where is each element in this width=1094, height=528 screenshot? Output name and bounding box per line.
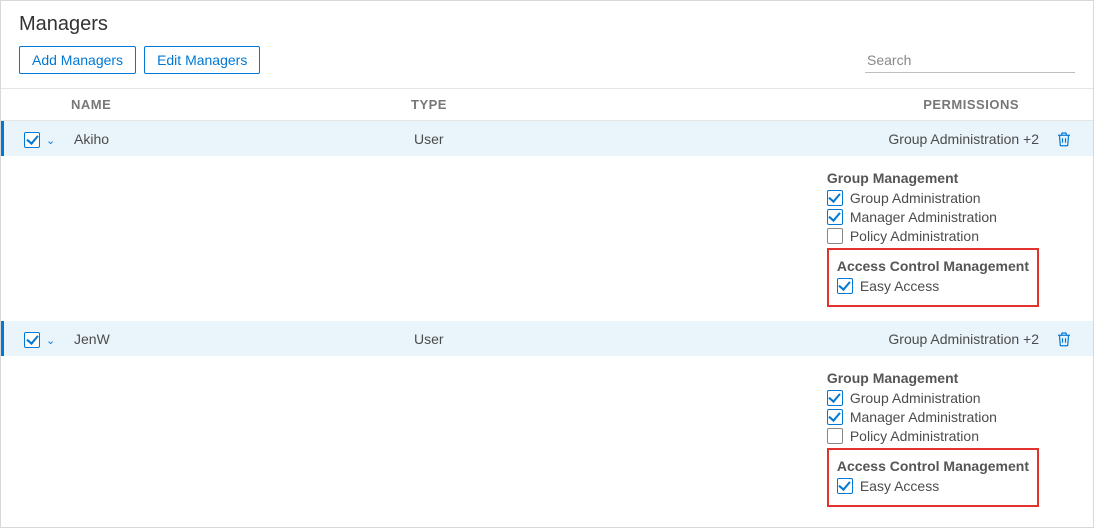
row-permissions-summary: Group Administration +2 xyxy=(664,323,1049,355)
permission-checkbox[interactable] xyxy=(827,209,843,225)
column-header-name[interactable]: NAME xyxy=(61,89,401,120)
column-header-actions xyxy=(1049,89,1093,120)
row-select-checkbox[interactable] xyxy=(24,132,40,148)
permission-item: Manager Administration xyxy=(827,209,1039,225)
row-type: User xyxy=(404,323,664,355)
table-row: ⌄JenWUserGroup Administration +2Group Ma… xyxy=(1,321,1093,521)
edit-managers-button[interactable]: Edit Managers xyxy=(144,46,260,74)
permission-section-title: Access Control Management xyxy=(837,458,1029,474)
permission-checkbox[interactable] xyxy=(837,478,853,494)
row-name: Akiho xyxy=(64,123,404,155)
permission-item: Easy Access xyxy=(837,478,1029,494)
permission-item: Manager Administration xyxy=(827,409,1039,425)
permission-label: Policy Administration xyxy=(850,428,979,444)
column-header-type[interactable]: TYPE xyxy=(401,89,661,120)
permission-item: Group Administration xyxy=(827,190,1039,206)
permission-checkbox[interactable] xyxy=(827,409,843,425)
permission-checkbox[interactable] xyxy=(827,428,843,444)
row-name: JenW xyxy=(64,323,404,355)
check-expand-group: ⌄ xyxy=(24,132,55,148)
row-select-expand: ⌄ xyxy=(4,121,64,156)
permission-label: Easy Access xyxy=(860,478,939,494)
permission-item: Policy Administration xyxy=(827,428,1039,444)
column-header-select xyxy=(1,89,61,120)
row-detail: Group Management Group Administration Mana… xyxy=(1,156,1093,321)
search-input[interactable] xyxy=(865,48,1075,73)
add-managers-button[interactable]: Add Managers xyxy=(19,46,136,74)
permissions-detail: Group Management Group Administration Mana… xyxy=(817,356,1093,521)
highlight-box: Access Control Management Easy Access xyxy=(827,448,1039,507)
row-select-expand: ⌄ xyxy=(4,321,64,356)
trash-icon[interactable] xyxy=(1055,330,1087,348)
trash-icon[interactable] xyxy=(1055,130,1087,148)
permissions-detail: Group Management Group Administration Mana… xyxy=(817,156,1093,321)
grid-header: NAME TYPE PERMISSIONS xyxy=(1,88,1093,121)
highlight-box: Access Control Management Easy Access xyxy=(827,248,1039,307)
row-actions xyxy=(1049,122,1093,156)
toolbar: Add Managers Edit Managers xyxy=(1,46,1093,88)
permission-label: Easy Access xyxy=(860,278,939,294)
row-type: User xyxy=(404,123,664,155)
permission-section-title: Access Control Management xyxy=(837,258,1029,274)
permission-checkbox[interactable] xyxy=(827,190,843,206)
row-main[interactable]: ⌄ JenWUserGroup Administration +2 xyxy=(1,321,1093,356)
row-main[interactable]: ⌄ AkihoUserGroup Administration +2 xyxy=(1,121,1093,156)
permission-section-title: Group Management xyxy=(827,170,1039,186)
permission-item: Easy Access xyxy=(837,278,1029,294)
managers-panel: Managers Add Managers Edit Managers NAME… xyxy=(0,0,1094,528)
row-permissions-summary: Group Administration +2 xyxy=(664,123,1049,155)
column-header-permissions[interactable]: PERMISSIONS xyxy=(661,89,1049,120)
permission-checkbox[interactable] xyxy=(837,278,853,294)
permission-checkbox[interactable] xyxy=(827,390,843,406)
page-title: Managers xyxy=(1,1,1093,46)
permission-checkbox[interactable] xyxy=(827,228,843,244)
permission-label: Group Administration xyxy=(850,190,981,206)
permission-item: Group Administration xyxy=(827,390,1039,406)
rows-container: ⌄AkihoUserGroup Administration +2Group M… xyxy=(1,121,1093,521)
row-actions xyxy=(1049,322,1093,356)
detail-spacer xyxy=(4,356,817,521)
permission-label: Manager Administration xyxy=(850,409,997,425)
detail-spacer xyxy=(4,156,817,321)
row-detail: Group Management Group Administration Mana… xyxy=(1,356,1093,521)
permission-label: Policy Administration xyxy=(850,228,979,244)
permission-section-title: Group Management xyxy=(827,370,1039,386)
permission-item: Policy Administration xyxy=(827,228,1039,244)
permission-label: Manager Administration xyxy=(850,209,997,225)
table-row: ⌄AkihoUserGroup Administration +2Group M… xyxy=(1,121,1093,321)
chevron-down-icon[interactable]: ⌄ xyxy=(46,134,55,147)
row-select-checkbox[interactable] xyxy=(24,332,40,348)
chevron-down-icon[interactable]: ⌄ xyxy=(46,334,55,347)
check-expand-group: ⌄ xyxy=(24,332,55,348)
permission-label: Group Administration xyxy=(850,390,981,406)
